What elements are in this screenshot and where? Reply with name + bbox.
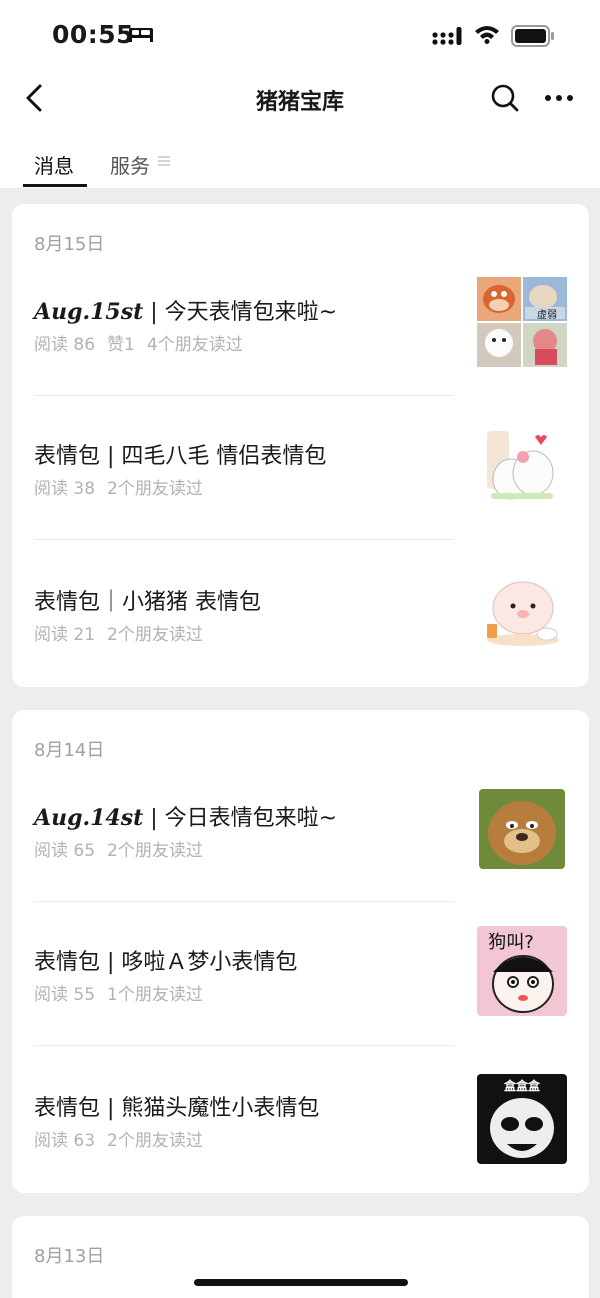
article-title: 表情包 | 熊猫头魔性小表情包 — [34, 1096, 320, 1121]
tab-messages[interactable]: 消息 — [34, 150, 74, 179]
article-item[interactable]: Aug.14st | 今日表情包来啦~ 阅读 65 2个朋友读过 — [12, 758, 589, 902]
home-indicator[interactable] — [194, 1279, 408, 1286]
sleep-focus-icon — [129, 28, 153, 42]
read-count: 阅读 86 — [34, 335, 96, 355]
article-date-prefix: Aug.14st — [34, 805, 144, 831]
article-title: Aug.15st | 今天表情包来啦~ — [34, 299, 338, 325]
article-item[interactable]: 表情包 | 四毛八毛 情侣表情包 阅读 38 2个朋友读过 — [12, 396, 589, 540]
article-item[interactable]: 表情包 | 哆啦Ａ梦小表情包 阅读 55 1个朋友读过 狗叫? — [12, 902, 589, 1046]
cellular-signal-icon — [432, 27, 462, 45]
read-count: 阅读 63 — [34, 1131, 96, 1151]
friends-read: 2个朋友读过 — [107, 841, 203, 861]
article-thumbnail — [477, 421, 567, 511]
article-thumbnail-collage: 虚弱 — [477, 277, 567, 367]
friends-read: 1个朋友读过 — [107, 985, 203, 1005]
friends-read: 2个朋友读过 — [107, 1131, 203, 1151]
search-icon[interactable] — [489, 82, 521, 114]
like-count: 赞1 — [107, 335, 135, 355]
friends-read: 4个朋友读过 — [146, 335, 243, 355]
menu-lines-icon — [158, 156, 170, 166]
article-thumbnail — [477, 568, 567, 658]
read-count: 阅读 38 — [34, 479, 96, 499]
status-time: 00:55 — [52, 20, 135, 49]
more-options-icon[interactable] — [542, 84, 576, 112]
thumb-caption: 狗叫? — [488, 932, 534, 953]
article-thumbnail: 盒盒盒 — [477, 1074, 567, 1164]
article-item[interactable]: 表情包｜小猪猪 表情包 阅读 21 2个朋友读过 — [12, 540, 589, 684]
article-meta: 阅读 65 2个朋友读过 — [34, 836, 215, 861]
article-title: 表情包 | 哆啦Ａ梦小表情包 — [34, 950, 298, 975]
article-meta: 阅读 21 2个朋友读过 — [34, 620, 215, 645]
read-count: 阅读 21 — [34, 625, 96, 645]
battery-icon — [511, 25, 554, 47]
group-date: 8月13日 — [34, 1246, 105, 1267]
wifi-icon — [475, 26, 499, 44]
article-title: 表情包 | 四毛八毛 情侣表情包 — [34, 444, 327, 469]
article-meta: 阅读 55 1个朋友读过 — [34, 980, 215, 1005]
thumb-caption: 盒盒盒 — [503, 1078, 541, 1093]
article-thumbnail — [479, 789, 565, 869]
thumb-caption-weak: 虚弱 — [537, 309, 557, 321]
status-bar: 00:55 — [0, 0, 600, 70]
tab-services[interactable]: 服务 — [110, 150, 150, 179]
article-item[interactable]: 表情包 | 熊猫头魔性小表情包 阅读 63 2个朋友读过 盒盒盒 — [12, 1046, 589, 1190]
article-meta: 阅读 63 2个朋友读过 — [34, 1126, 215, 1151]
friends-read: 2个朋友读过 — [107, 479, 203, 499]
read-count: 阅读 55 — [34, 985, 96, 1005]
date-group-card: 8月15日 Aug.15st | 今天表情包来啦~ 阅读 86 赞1 4个朋友读过 … — [12, 204, 589, 687]
article-date-prefix: Aug.15st — [34, 299, 144, 325]
active-tab-indicator — [23, 184, 87, 187]
tab-bar: 消息 服务 — [0, 128, 600, 188]
article-title: Aug.14st | 今日表情包来啦~ — [34, 805, 338, 831]
article-meta: 阅读 86 赞1 4个朋友读过 — [34, 330, 255, 355]
article-item[interactable]: Aug.15st | 今天表情包来啦~ 阅读 86 赞1 4个朋友读过 虚弱 — [12, 252, 589, 396]
article-meta: 阅读 38 2个朋友读过 — [34, 474, 215, 499]
article-thumbnail: 狗叫? — [477, 926, 567, 1016]
read-count: 阅读 65 — [34, 841, 96, 861]
friends-read: 2个朋友读过 — [107, 625, 203, 645]
nav-bar: 猪猪宝库 — [0, 70, 600, 128]
article-title: 表情包｜小猪猪 表情包 — [34, 590, 261, 615]
date-group-card: 8月14日 Aug.14st | 今日表情包来啦~ 阅读 65 2个朋友读过 表情… — [12, 710, 589, 1193]
